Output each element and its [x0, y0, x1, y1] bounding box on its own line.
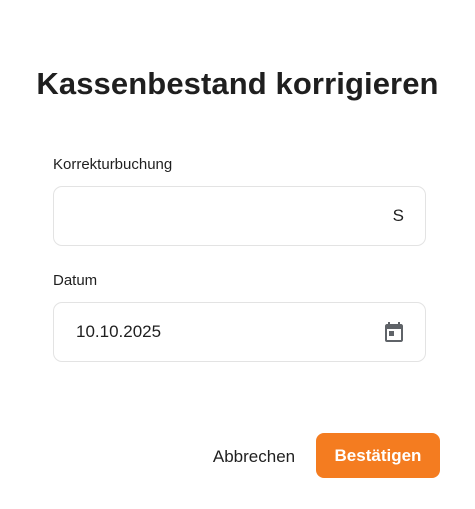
korrektur-field[interactable]: S	[53, 186, 426, 246]
datum-input[interactable]	[76, 322, 356, 342]
korrektur-suffix: S	[392, 206, 404, 225]
cancel-button[interactable]: Abbrechen	[205, 436, 303, 478]
datum-label: Datum	[53, 272, 98, 289]
correction-dialog: Kassenbestand korrigieren Korrekturbuchu…	[0, 0, 475, 509]
confirm-button[interactable]: Bestätigen	[316, 433, 440, 478]
korrektur-label: Korrekturbuchung	[53, 156, 173, 173]
dialog-title: Kassenbestand korrigieren	[36, 66, 439, 101]
calendar-icon[interactable]	[381, 319, 407, 345]
datum-field[interactable]	[53, 302, 426, 362]
korrektur-input[interactable]	[76, 206, 356, 226]
